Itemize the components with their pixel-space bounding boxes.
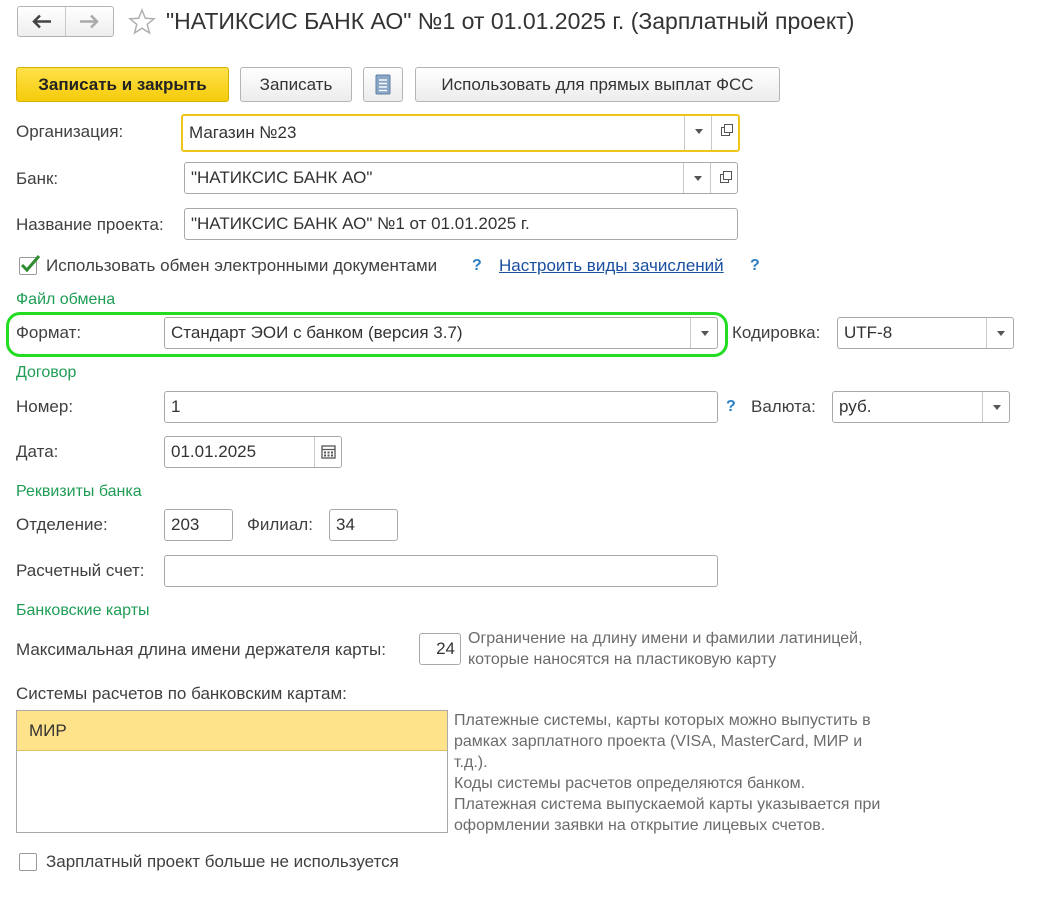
- forward-button[interactable]: [66, 7, 113, 36]
- date-label: Дата:: [16, 442, 59, 461]
- edo-checkbox[interactable]: [19, 255, 41, 275]
- page-title: "НАТИКСИС БАНК АО" №1 от 01.01.2025 г. (…: [166, 8, 855, 34]
- project-name-input[interactable]: "НАТИКСИС БАНК АО" №1 от 01.01.2025 г.: [184, 208, 738, 240]
- account-input[interactable]: [164, 555, 718, 587]
- document-list-button[interactable]: [363, 67, 403, 102]
- organization-label: Организация:: [16, 122, 124, 141]
- project-name-label: Название проекта:: [16, 215, 164, 234]
- organization-field[interactable]: Магазин №23: [181, 114, 740, 152]
- payment-systems-table[interactable]: МИР: [16, 710, 448, 833]
- back-button[interactable]: [18, 7, 66, 36]
- checkmark-icon: [20, 255, 41, 273]
- arrow-right-icon: [80, 14, 99, 29]
- calendar-button[interactable]: [314, 437, 341, 467]
- help-icon[interactable]: ?: [750, 257, 760, 275]
- section-bank-cards: Банковские карты: [16, 602, 150, 619]
- document-icon: [375, 74, 391, 95]
- not-used-label[interactable]: Зарплатный проект больше не используется: [46, 852, 399, 872]
- table-cell: МИР: [29, 721, 67, 740]
- encoding-label: Кодировка:: [732, 323, 821, 342]
- bank-open-button[interactable]: [710, 163, 737, 193]
- nav-group: [17, 6, 114, 37]
- bank-field[interactable]: "НАТИКСИС БАНК АО": [184, 162, 738, 194]
- save-button[interactable]: Записать: [240, 67, 352, 102]
- bank-dropdown-button[interactable]: [683, 163, 710, 193]
- format-field[interactable]: Стандарт ЭОИ с банком (версия 3.7): [164, 317, 718, 349]
- table-row[interactable]: МИР: [17, 711, 447, 751]
- star-icon: [128, 7, 156, 35]
- payment-systems-hint: Платежные системы, карты которых можно в…: [454, 712, 881, 834]
- format-value: Стандарт ЭОИ с банком (версия 3.7): [171, 323, 463, 342]
- help-icon[interactable]: ?: [726, 398, 736, 416]
- section-exchange-file: Файл обмена: [16, 291, 116, 308]
- max-length-value: 24: [436, 639, 455, 658]
- number-label: Номер:: [16, 397, 74, 416]
- branch-value: 203: [171, 515, 200, 534]
- project-name-value: "НАТИКСИС БАНК АО" №1 от 01.01.2025 г.: [191, 214, 530, 233]
- not-used-checkbox[interactable]: [19, 853, 37, 871]
- filial-label: Филиал:: [247, 515, 313, 534]
- organization-open-button[interactable]: [711, 116, 738, 150]
- fss-payments-button[interactable]: Использовать для прямых выплат ФСС: [415, 67, 780, 102]
- help-icon[interactable]: ?: [472, 257, 482, 275]
- bank-label: Банк:: [16, 169, 59, 188]
- payment-systems-label: Системы расчетов по банковским картам:: [16, 684, 347, 703]
- filial-input[interactable]: 34: [329, 509, 398, 541]
- branch-input[interactable]: 203: [164, 509, 233, 541]
- number-value: 1: [171, 397, 181, 416]
- section-contract: Договор: [16, 364, 77, 381]
- encoding-field[interactable]: UTF-8: [837, 317, 1014, 349]
- date-value: 01.01.2025: [171, 442, 257, 461]
- currency-label: Валюта:: [751, 397, 816, 416]
- max-length-input[interactable]: 24: [419, 633, 461, 665]
- number-input[interactable]: 1: [164, 391, 718, 423]
- arrow-left-icon: [32, 14, 51, 29]
- currency-dropdown-button[interactable]: [982, 392, 1009, 422]
- format-dropdown-button[interactable]: [690, 318, 717, 348]
- organization-dropdown-button[interactable]: [684, 116, 711, 150]
- filial-value: 34: [336, 515, 355, 534]
- encoding-dropdown-button[interactable]: [986, 318, 1013, 348]
- branch-label: Отделение:: [16, 515, 108, 534]
- edo-checkbox-label[interactable]: Использовать обмен электронными документ…: [46, 256, 437, 276]
- save-and-close-button[interactable]: Записать и закрыть: [16, 67, 229, 102]
- format-label: Формат:: [16, 323, 82, 342]
- encoding-value: UTF-8: [844, 323, 893, 342]
- configure-accruals-link[interactable]: Настроить виды зачислений: [499, 256, 724, 276]
- favorite-button[interactable]: [128, 7, 156, 36]
- currency-value: руб.: [839, 397, 872, 416]
- date-input[interactable]: 01.01.2025: [164, 436, 342, 468]
- bank-value: "НАТИКСИС БАНК АО": [191, 168, 373, 187]
- account-label: Расчетный счет:: [16, 561, 145, 580]
- max-length-hint: Ограничение на длину имени и фамилии лат…: [468, 630, 863, 668]
- max-length-label: Максимальная длина имени держателя карты…: [16, 640, 386, 659]
- calendar-icon: [321, 445, 336, 459]
- section-bank-details: Реквизиты банка: [16, 483, 142, 500]
- currency-field[interactable]: руб.: [832, 391, 1010, 423]
- organization-value: Магазин №23: [189, 123, 297, 142]
